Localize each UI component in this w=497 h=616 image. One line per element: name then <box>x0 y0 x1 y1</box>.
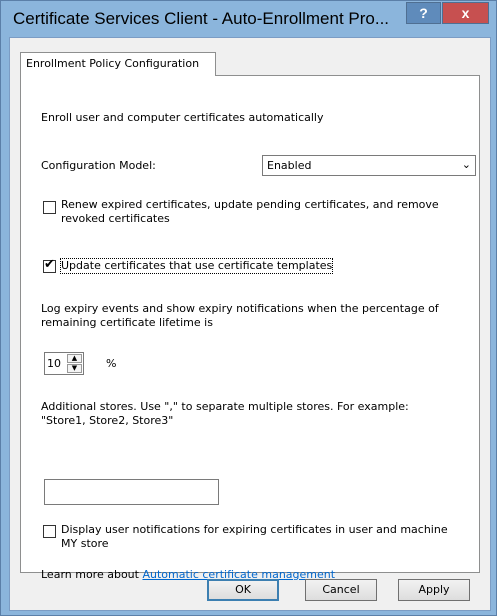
ok-button[interactable]: OK <box>207 579 279 601</box>
checkmark-icon: ✔ <box>44 257 55 272</box>
tab-enrollment-policy[interactable]: Enrollment Policy Configuration <box>20 52 216 76</box>
window-title: Certificate Services Client - Auto-Enrol… <box>13 9 390 28</box>
renew-label-line1: Renew expired certificates, update pendi… <box>61 198 439 211</box>
notify-checkbox[interactable] <box>43 525 56 538</box>
notify-label-line1: Display user notifications for expiring … <box>61 523 448 536</box>
close-icon: x <box>461 5 470 21</box>
close-button[interactable]: x <box>442 2 489 24</box>
tab-panel: Enroll user and computer certificates au… <box>20 75 480 581</box>
stepper-up-icon[interactable]: ▲ <box>67 354 82 363</box>
config-model-select[interactable]: Enabled ⌄ <box>262 155 476 176</box>
dialog-body: Enrollment Policy Configuration Enroll u… <box>9 37 491 611</box>
dialog-window: Certificate Services Client - Auto-Enrol… <box>0 0 497 616</box>
stores-text-line2: "Store1, Store2, Store3" <box>41 414 174 427</box>
notify-label-line2: MY store <box>61 537 109 550</box>
learn-more-prefix: Learn more about <box>41 568 143 581</box>
apply-button[interactable]: Apply <box>398 579 470 601</box>
chevron-down-icon: ⌄ <box>461 158 471 171</box>
percent-unit: % <box>106 357 117 370</box>
renew-checkbox[interactable] <box>43 201 56 214</box>
update-checkbox[interactable]: ✔ <box>43 257 56 273</box>
renew-label-line2: revoked certificates <box>61 212 170 225</box>
additional-stores-input[interactable] <box>44 479 219 505</box>
stores-text-line1: Additional stores. Use "," to separate m… <box>41 400 409 413</box>
section-heading: Enroll user and computer certificates au… <box>41 111 324 124</box>
cancel-button[interactable]: Cancel <box>305 579 377 601</box>
stepper-down-icon[interactable]: ▼ <box>67 364 82 373</box>
help-button[interactable]: ? <box>406 2 441 24</box>
expiry-percent-value: 10 <box>47 357 61 370</box>
expiry-text-line2: remaining certificate lifetime is <box>41 316 213 329</box>
config-model-label: Configuration Model: <box>41 159 156 172</box>
title-bar: Certificate Services Client - Auto-Enrol… <box>1 1 496 37</box>
learn-more-text: Learn more about Automatic certificate m… <box>41 568 335 582</box>
config-model-value: Enabled <box>267 159 312 172</box>
expiry-text-line1: Log expiry events and show expiry notifi… <box>41 302 439 315</box>
expiry-percent-stepper[interactable]: 10 ▲ ▼ <box>44 352 84 375</box>
help-icon: ? <box>419 5 428 21</box>
update-label: Update certificates that use certificate… <box>59 258 334 274</box>
